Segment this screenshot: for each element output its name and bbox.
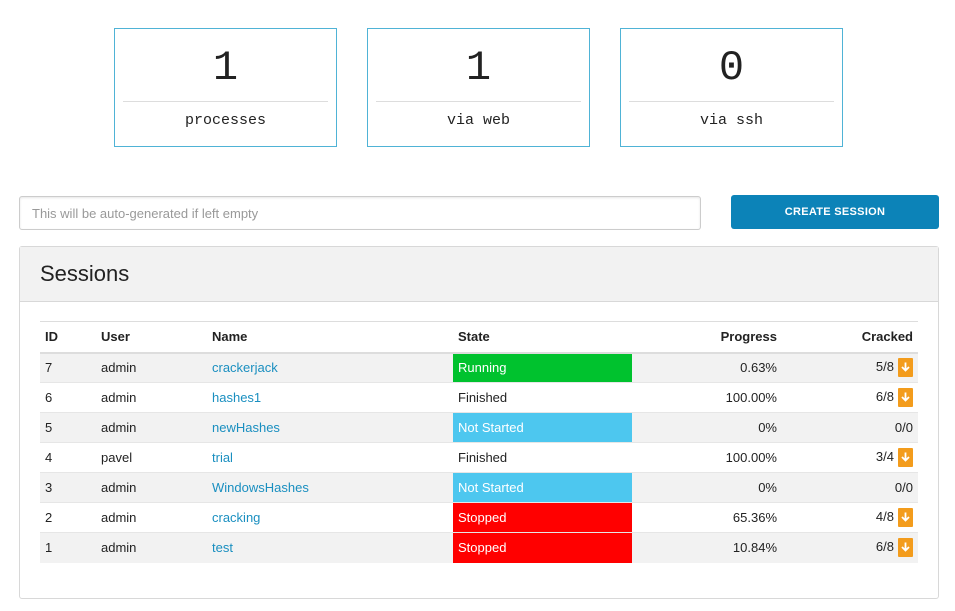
cell-user: admin [96,502,207,533]
stat-label: processes [184,112,266,129]
table-row: 6 admin hashes1 Finished 100.00% 6/8 [40,382,918,413]
cracked-count: 0/0 [894,420,913,435]
cell-cracked: 6/8 [782,532,918,563]
column-header-name[interactable]: Name [207,321,453,354]
cell-user: admin [96,382,207,413]
cracked-count: 3/4 [875,448,894,464]
session-name-input[interactable] [19,196,701,230]
cell-id: 2 [40,502,96,533]
column-header-user[interactable]: User [96,321,207,354]
cell-cracked: 5/8 [782,352,918,383]
column-header-cracked[interactable]: Cracked [782,321,918,354]
table-row: 7 admin crackerjack Running 0.63% 5/8 [40,352,918,383]
download-file-icon[interactable] [898,538,913,558]
cell-id: 1 [40,532,96,563]
sessions-panel: Sessions ID User Name State Progress Cra… [19,246,939,599]
cell-progress: 65.36% [632,502,782,533]
cell-id: 5 [40,412,96,443]
cell-cracked: 3/4 [782,442,918,473]
table-row: 3 admin WindowsHashes Not Started 0% 0/0 [40,472,918,503]
stat-box-ssh: 0 via ssh [620,28,843,147]
cell-user: admin [96,472,207,503]
cell-cracked: 4/8 [782,502,918,533]
cell-id: 4 [40,442,96,473]
session-link[interactable]: trial [212,450,233,465]
stat-value: 1 [212,44,239,92]
table-row: 1 admin test Stopped 10.84% 6/8 [40,532,918,563]
cracked-count: 6/8 [875,388,894,404]
state-badge-not-started: Not Started [453,472,632,503]
state-badge-stopped: Stopped [453,532,632,563]
panel-title: Sessions [40,261,130,286]
cell-cracked: 6/8 [782,382,918,413]
table-row: 4 pavel trial Finished 100.00% 3/4 [40,442,918,473]
state-badge-stopped: Stopped [453,502,632,533]
divider [123,101,328,102]
cell-id: 6 [40,382,96,413]
download-file-icon[interactable] [898,448,913,467]
panel-header: Sessions [20,247,938,302]
cell-name: test [207,532,453,563]
cracked-count: 4/8 [875,508,894,524]
table-row: 2 admin cracking Stopped 65.36% 4/8 [40,502,918,533]
cell-cracked: 0/0 [782,472,918,503]
cell-progress: 100.00% [632,382,782,413]
cracked-count: 0/0 [894,480,913,495]
divider [376,101,581,102]
cell-name: WindowsHashes [207,472,453,503]
cell-progress: 0% [632,472,782,503]
state-badge-not-started: Not Started [453,412,632,443]
session-link[interactable]: WindowsHashes [212,480,309,495]
column-header-id[interactable]: ID [40,321,96,354]
state-badge-running: Running [453,352,632,383]
session-link[interactable]: cracking [212,510,260,525]
state-text-finished: Finished [453,442,632,473]
cell-progress: 0.63% [632,352,782,383]
cell-user: admin [96,352,207,383]
stat-box-web: 1 via web [367,28,590,147]
create-session-button[interactable]: CREATE SESSION [731,195,939,229]
table-header-row: ID User Name State Progress Cracked [40,321,918,354]
session-link[interactable]: hashes1 [212,390,261,405]
stat-label: via ssh [699,112,763,129]
cell-name: trial [207,442,453,473]
state-text-finished: Finished [453,382,632,413]
sessions-table: ID User Name State Progress Cracked 7 ad… [40,321,918,563]
cracked-count: 5/8 [875,359,894,375]
session-link[interactable]: crackerjack [212,360,278,375]
cell-name: crackerjack [207,352,453,383]
session-link[interactable]: newHashes [212,420,280,435]
cracked-count: 6/8 [875,539,894,555]
download-file-icon[interactable] [898,358,913,378]
cell-id: 3 [40,472,96,503]
cell-name: cracking [207,502,453,533]
download-file-icon[interactable] [898,508,913,527]
cell-id: 7 [40,352,96,383]
divider [629,101,834,102]
cell-progress: 100.00% [632,442,782,473]
session-link[interactable]: test [212,540,233,555]
stat-value: 0 [718,44,745,92]
cell-user: pavel [96,442,207,473]
cell-name: newHashes [207,412,453,443]
cell-user: admin [96,532,207,563]
column-header-progress[interactable]: Progress [632,321,782,354]
column-header-state[interactable]: State [453,321,632,354]
cell-progress: 10.84% [632,532,782,563]
download-file-icon[interactable] [898,388,913,407]
cell-name: hashes1 [207,382,453,413]
table-row: 5 admin newHashes Not Started 0% 0/0 [40,412,918,443]
cell-progress: 0% [632,412,782,443]
cell-cracked: 0/0 [782,412,918,443]
stat-box-processes: 1 processes [114,28,337,147]
cell-user: admin [96,412,207,443]
stat-value: 1 [465,44,492,92]
stat-label: via web [446,112,510,129]
